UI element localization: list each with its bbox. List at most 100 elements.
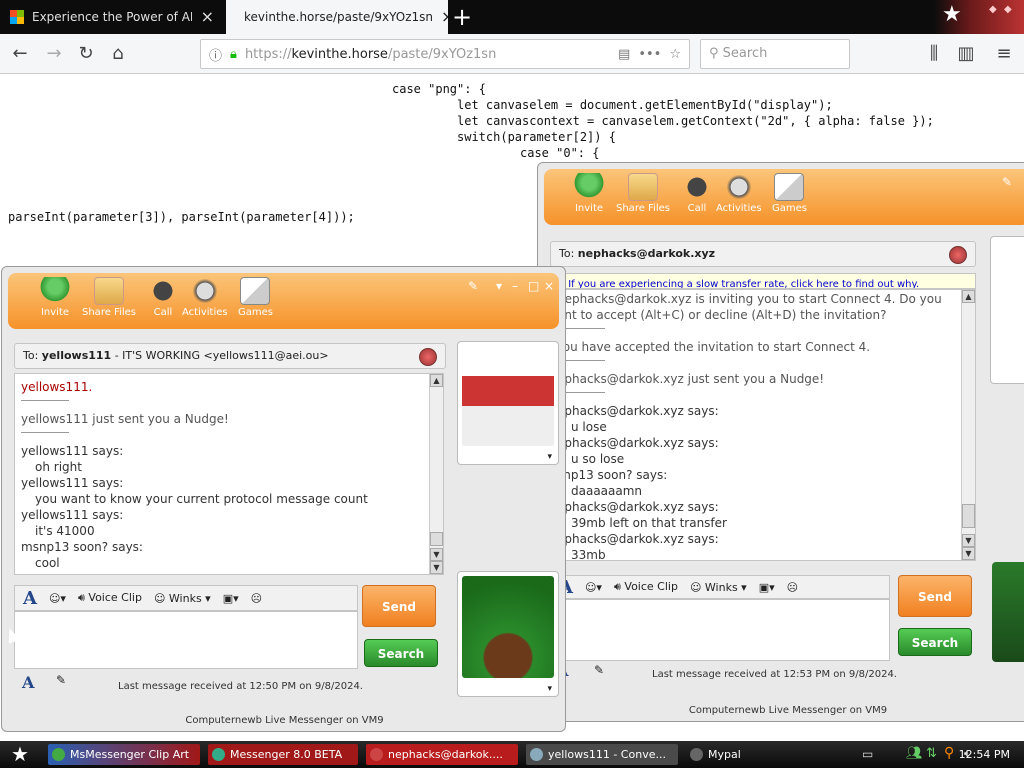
message-line: u lose <box>571 420 607 434</box>
start-button[interactable]: ★ <box>0 741 40 768</box>
home-icon[interactable]: ⌂ <box>106 42 130 66</box>
conversation-scrollbar[interactable]: ▲ ▼ ▼ <box>429 374 443 574</box>
restore-icon[interactable]: ◆ <box>989 4 997 15</box>
close-window-icon[interactable]: ◆ <box>1004 4 1012 15</box>
call-button[interactable]: Call <box>148 277 178 318</box>
bookmark-star-icon[interactable]: ☆ <box>669 47 681 62</box>
taskbar-item-yellows[interactable]: yellows111 - Conve... <box>526 744 678 765</box>
reload-icon[interactable]: ↻ <box>74 42 98 66</box>
block-icon[interactable] <box>419 348 437 366</box>
maximize-icon[interactable]: □ <box>528 279 539 293</box>
games-button[interactable]: Games <box>772 173 807 214</box>
chevron-down-icon[interactable]: ▾ <box>547 452 552 462</box>
scroll-up-icon[interactable]: ▲ <box>962 290 975 303</box>
voice-clip-button[interactable]: 🔊︎ Voice Clip <box>614 580 678 594</box>
folder-icon <box>627 173 658 201</box>
search-tray-icon[interactable]: ⚲ <box>944 745 954 761</box>
dropdown-icon[interactable]: ▾ <box>496 279 502 293</box>
handwriting-icon[interactable]: ✎ <box>594 663 604 677</box>
invite-button[interactable]: Invite <box>40 277 70 318</box>
forward-icon[interactable]: → <box>42 42 66 66</box>
scroll-down-icon[interactable]: ▼ <box>430 561 443 574</box>
text-mode-icon[interactable]: A <box>22 673 34 692</box>
own-avatar[interactable]: ▾ <box>457 571 559 697</box>
menu-icon[interactable]: ≡ <box>992 42 1016 66</box>
activities-label: Activities <box>182 307 228 318</box>
handwriting-icon[interactable]: ✎ <box>56 673 66 687</box>
reader-view-icon[interactable]: ▤ <box>618 47 630 62</box>
games-label: Games <box>238 307 273 318</box>
background-icon[interactable]: ▣▾ <box>223 592 239 605</box>
taskbar-item-messenger[interactable]: Messenger 8.0 BETA <box>208 744 358 765</box>
taskbar-item-nephacks[interactable]: nephacks@darkok.... <box>366 744 518 765</box>
search-input[interactable]: ⚲ Search <box>700 39 850 69</box>
scroll-down-icon[interactable]: ▼ <box>430 548 443 561</box>
message-line: yellows111. <box>21 380 93 394</box>
library-icon[interactable]: ⫼ <box>922 42 946 66</box>
keyboard-icon[interactable]: ▭ <box>862 747 873 761</box>
scroll-down-icon[interactable]: ▼ <box>962 547 975 560</box>
send-button[interactable]: Send <box>898 575 972 617</box>
to-bar: To: yellows111 - IT'S WORKING <yellows11… <box>14 343 446 369</box>
contact-avatar[interactable]: ▾ <box>457 341 559 465</box>
share-files-button[interactable]: Share Files <box>616 173 670 214</box>
search-button[interactable]: Search <box>364 639 438 667</box>
emoticon-icon[interactable]: ☺▾ <box>585 581 602 594</box>
games-button[interactable]: Games <box>238 277 273 318</box>
message-line: ephacks@darkok.xyz says: <box>557 436 719 450</box>
message-line: it's 41000 <box>35 524 95 538</box>
paint-icon[interactable]: ✎ <box>468 279 478 293</box>
background-icon[interactable]: ▣▾ <box>759 581 775 594</box>
winks-button[interactable]: ☺ Winks ▾ <box>154 592 211 605</box>
message-input[interactable] <box>14 611 358 669</box>
message-line: oh right <box>35 460 82 474</box>
scroll-thumb[interactable] <box>430 532 443 546</box>
search-button[interactable]: Search <box>898 628 972 656</box>
slow-transfer-info-link[interactable]: ⓘ If you are experiencing a slow transfe… <box>550 273 976 289</box>
back-icon[interactable]: ← <box>8 42 32 66</box>
minimize-icon[interactable]: – <box>512 279 518 293</box>
invite-icon <box>574 173 604 201</box>
taskbar-item-clipart[interactable]: MsMessenger Clip Art <box>48 744 200 765</box>
conversation-scrollbar[interactable]: ▲ ▼ ▼ <box>961 290 975 560</box>
nudge-icon[interactable]: ☹ <box>787 581 798 594</box>
nudge-icon[interactable]: ☹ <box>251 592 262 605</box>
emoticon-icon[interactable]: ☺▾ <box>49 592 66 605</box>
code-line: let canvaselem = document.getElementById… <box>457 98 833 112</box>
message-line: yellows111 says: <box>21 508 124 522</box>
scroll-thumb[interactable] <box>962 504 975 528</box>
message-line: ephacks@darkok.xyz just sent you a Nudge… <box>557 372 825 386</box>
close-tab-icon[interactable]: × <box>201 9 214 25</box>
close-icon[interactable]: × <box>544 279 554 293</box>
page-actions-icon[interactable]: ••• <box>638 47 661 62</box>
activities-button[interactable]: Activities <box>182 277 228 318</box>
chevron-down-icon[interactable]: ▾ <box>547 684 552 694</box>
send-button[interactable]: Send <box>362 585 436 627</box>
sidebar-icon[interactable]: ▥ <box>954 42 978 66</box>
search-icon: ⚲ <box>709 46 719 61</box>
messenger-tray-icon[interactable]: 👥︎ <box>906 746 923 761</box>
voice-clip-button[interactable]: 🔊︎ Voice Clip <box>78 591 142 605</box>
tab-ai[interactable]: Experience the Power of AI with W × <box>0 0 224 34</box>
block-icon[interactable] <box>949 246 967 264</box>
info-icon[interactable]: ⓘ <box>209 45 222 64</box>
scroll-up-icon[interactable]: ▲ <box>430 374 443 387</box>
close-tab-icon[interactable]: × <box>441 9 448 25</box>
message-line: cool <box>35 556 60 570</box>
new-tab-icon[interactable]: + <box>452 2 472 32</box>
call-label: Call <box>687 203 707 214</box>
url-bar[interactable]: ⓘ 🔒︎ https://kevinthe.horse/paste/9xYOz1… <box>200 39 690 69</box>
invite-button[interactable]: Invite <box>574 173 604 214</box>
network-icon[interactable]: ⇅ <box>926 746 937 761</box>
activities-button[interactable]: Activities <box>716 173 762 214</box>
scroll-down-icon[interactable]: ▼ <box>962 534 975 547</box>
tab-paste[interactable]: kevinthe.horse/paste/9xYOz1sn × <box>226 0 448 34</box>
message-line: 39mb left on that transfer <box>571 516 727 530</box>
call-button[interactable]: Call <box>682 173 712 214</box>
message-input[interactable] <box>550 599 890 661</box>
winks-button[interactable]: ☺ Winks ▾ <box>690 581 747 594</box>
share-files-button[interactable]: Share Files <box>82 277 136 318</box>
paint-icon[interactable]: ✎ <box>1002 175 1012 189</box>
font-icon[interactable]: A <box>23 588 37 609</box>
taskbar-item-mypal[interactable]: Mypal <box>686 744 826 765</box>
